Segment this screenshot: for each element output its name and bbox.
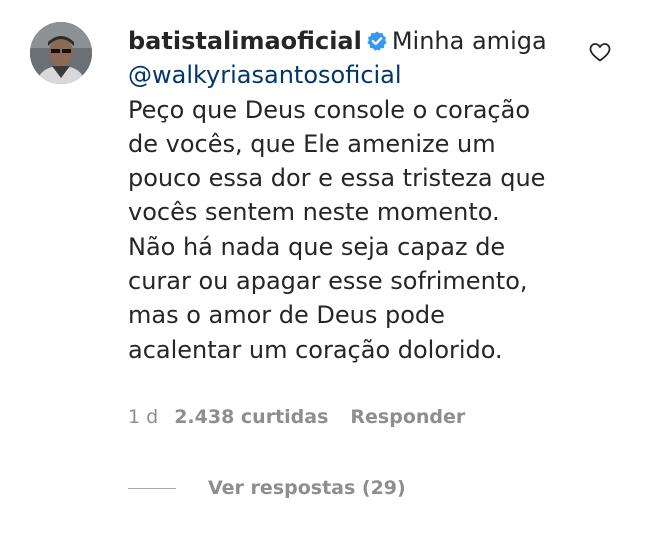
- comment-text-line: mas o amor de Deus pode: [128, 301, 445, 330]
- verified-badge-icon: [367, 31, 387, 51]
- comment-meta: 1 d 2.438 curtidas Responder: [128, 406, 487, 428]
- comment: batistalimaoficial Minha amiga @walkyria…: [0, 0, 660, 543]
- comment-text-line: acalentar um coração dolorido.: [128, 335, 503, 364]
- comment-text-line: curar ou apagar esse sofrimento,: [128, 267, 528, 296]
- like-count[interactable]: 2.438 curtidas: [174, 406, 328, 428]
- view-replies-label: Ver respostas (29): [208, 477, 406, 499]
- comment-greeting: Minha amiga: [391, 27, 547, 55]
- comment-text-line: Peço que Deus console o coração: [128, 95, 531, 124]
- reply-button[interactable]: Responder: [350, 406, 465, 428]
- comment-username[interactable]: batistalimaoficial: [128, 27, 362, 55]
- comment-text-line: vocês sentem neste momento.: [128, 198, 500, 227]
- view-replies-button[interactable]: Ver respostas (29): [128, 477, 406, 499]
- comment-time: 1 d: [128, 406, 159, 428]
- comment-text-line: pouco essa dor e essa tristeza que: [128, 164, 546, 193]
- comment-text-line: Não há nada que seja capaz de: [128, 232, 506, 261]
- comment-text-line: de vocês, que Ele amenize um: [128, 129, 496, 158]
- replies-divider: [128, 488, 176, 489]
- heart-outline-icon[interactable]: [588, 40, 612, 64]
- comment-body: batistalimaoficial Minha amiga @walkyria…: [128, 24, 568, 367]
- mention-link[interactable]: @walkyriasantosoficial: [128, 61, 402, 89]
- avatar-photo: [30, 22, 92, 84]
- avatar[interactable]: [30, 22, 92, 84]
